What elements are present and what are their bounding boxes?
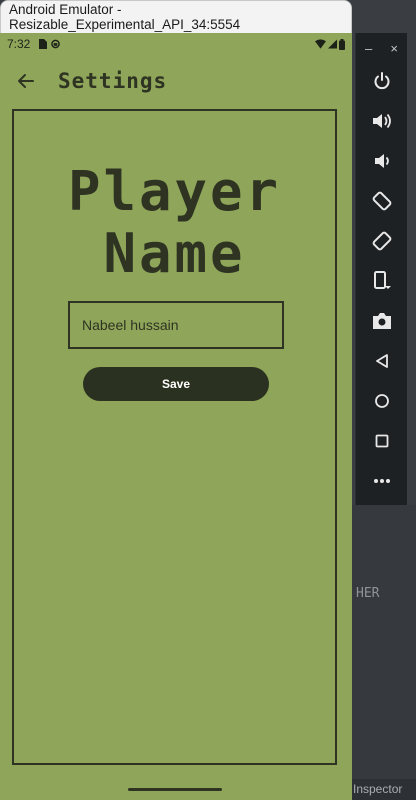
ide-background-panel [352, 505, 416, 800]
status-time: 7:32 [7, 37, 31, 51]
arrow-back-icon [18, 74, 34, 88]
window-title: Android Emulator - Resizable_Experimenta… [9, 2, 241, 32]
back-button[interactable] [0, 55, 50, 107]
status-bar: 7:32 [0, 33, 352, 55]
player-name-heading: Player Name [14, 161, 335, 285]
more-dots-icon [374, 479, 390, 483]
battery-icon [339, 38, 345, 50]
fold-device-icon [374, 271, 391, 289]
square-overview-icon [375, 434, 389, 448]
sim-card-icon [39, 39, 48, 49]
volume-up-button[interactable] [356, 105, 408, 137]
app-bar: Settings [0, 55, 352, 107]
rotate-left-icon [372, 191, 392, 211]
settings-panel: Player Name Save [12, 109, 337, 765]
emulator-toolbar: – × [355, 33, 407, 505]
power-icon [374, 72, 390, 90]
emulator-screen: 7:32 Settings Player Name Save [0, 33, 352, 800]
wifi-icon [315, 39, 326, 49]
close-button[interactable]: × [390, 41, 398, 56]
camera-icon [373, 313, 391, 329]
volume-down-icon [375, 154, 389, 168]
fold-button[interactable] [356, 265, 408, 297]
gesture-nav-handle[interactable] [128, 788, 222, 791]
inspector-tab[interactable]: Inspector [352, 779, 416, 800]
rotate-left-button[interactable] [356, 185, 408, 217]
window-title-bar: Android Emulator - Resizable_Experimenta… [0, 0, 352, 33]
player-name-input[interactable] [68, 301, 284, 349]
notification-icon [51, 39, 61, 49]
screenshot-button[interactable] [356, 305, 408, 337]
rotate-right-icon [372, 231, 392, 251]
volume-up-icon [373, 113, 391, 129]
circle-home-icon [375, 394, 389, 408]
volume-down-button[interactable] [356, 145, 408, 177]
triangle-back-icon [376, 354, 388, 368]
rotate-right-button[interactable] [356, 225, 408, 257]
heading-line-2: Name [103, 222, 246, 285]
minimize-button[interactable]: – [365, 41, 372, 56]
ide-partial-text: HER [356, 586, 380, 601]
nav-back-button[interactable] [356, 345, 408, 377]
page-title: Settings [58, 69, 168, 93]
nav-overview-button[interactable] [356, 425, 408, 457]
save-button[interactable]: Save [83, 367, 269, 401]
power-button[interactable] [356, 65, 408, 97]
nav-home-button[interactable] [356, 385, 408, 417]
more-button[interactable] [356, 465, 408, 497]
signal-icon [328, 39, 337, 49]
heading-line-1: Player [67, 160, 282, 223]
